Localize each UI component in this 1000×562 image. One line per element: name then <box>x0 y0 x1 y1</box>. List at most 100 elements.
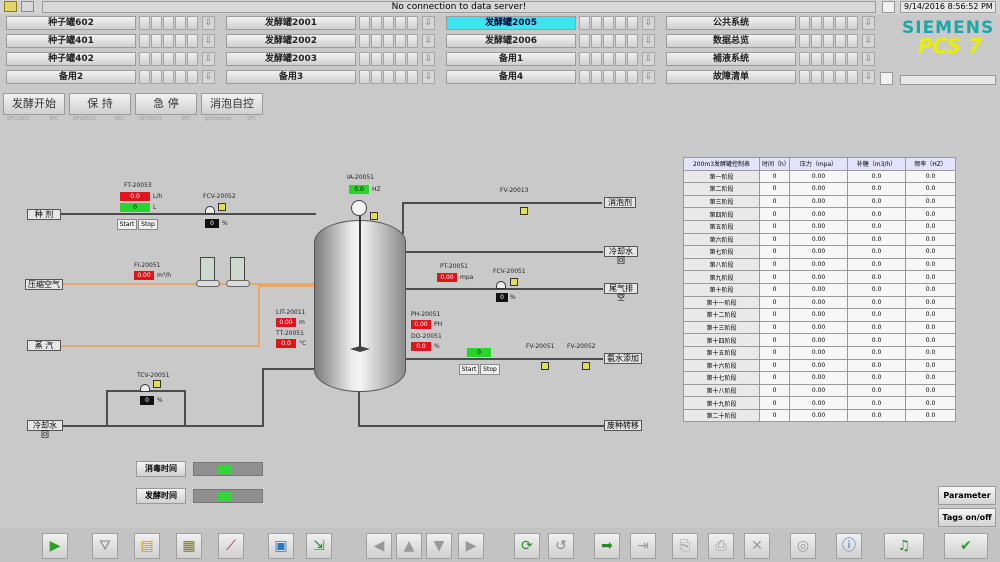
undo-icon[interactable]: ↺ <box>548 533 574 559</box>
table-cell[interactable]: 0.0 <box>847 245 906 259</box>
table-cell[interactable]: 0 <box>759 219 790 234</box>
tags-toggle-button[interactable]: Tags on/off <box>938 508 996 527</box>
table-cell[interactable]: 0.0 <box>905 182 956 196</box>
table-cell[interactable]: 0.0 <box>905 232 956 247</box>
table-cell[interactable]: 0.0 <box>847 207 906 221</box>
alarm-icon[interactable] <box>21 1 34 12</box>
table-cell[interactable]: 0.00 <box>789 232 848 247</box>
table-cell[interactable]: 0 <box>759 308 790 322</box>
pump-start-button[interactable]: Start <box>459 364 479 375</box>
nav-button[interactable]: 故障清单 <box>666 70 796 84</box>
table-cell[interactable]: 0.0 <box>905 371 956 385</box>
key-icon[interactable] <box>880 72 893 85</box>
table-cell[interactable]: 0.00 <box>789 169 848 184</box>
table-cell[interactable]: 0.0 <box>847 320 906 335</box>
nav-arrow-icon[interactable]: ⇩ <box>862 16 875 30</box>
nav-arrow-icon[interactable]: ⇩ <box>422 34 435 48</box>
table-cell[interactable]: 0.00 <box>789 270 848 284</box>
table-cell[interactable]: 0.0 <box>905 308 956 322</box>
faceplate-icon[interactable]: ▣ <box>268 533 294 559</box>
ia-value[interactable]: 0.0 <box>349 185 369 194</box>
table-cell[interactable]: 0.00 <box>789 245 848 259</box>
table-cell[interactable]: 0.0 <box>905 270 956 284</box>
table-cell[interactable]: 0.0 <box>847 232 906 247</box>
refresh-icon[interactable]: ⟳ <box>514 533 540 559</box>
table-cell[interactable]: 0.00 <box>789 396 848 410</box>
nav-button[interactable]: 发酵罐2005 <box>446 16 576 30</box>
agitator-motor-icon[interactable] <box>351 200 367 216</box>
table-cell[interactable]: 0.0 <box>905 320 956 335</box>
ft-start-button[interactable]: Start <box>117 219 137 230</box>
table-cell[interactable]: 0 <box>759 232 790 247</box>
table-cell[interactable]: 0 <box>759 245 790 259</box>
nav-button[interactable]: 备用2 <box>6 70 136 84</box>
table-cell[interactable]: 0 <box>759 396 790 410</box>
nav-arrow-icon[interactable]: ⇩ <box>862 70 875 84</box>
table-cell[interactable]: 0 <box>759 207 790 221</box>
nav-arrow-icon[interactable]: ⇩ <box>202 52 215 66</box>
nav-arrow-icon[interactable]: ⇩ <box>422 52 435 66</box>
ft-value2[interactable]: 0 <box>120 203 150 212</box>
nav-button[interactable]: 种子罐402 <box>6 52 136 66</box>
nav-button[interactable]: 种子罐401 <box>6 34 136 48</box>
table-cell[interactable]: 0.00 <box>789 308 848 322</box>
export-icon[interactable]: ⇲ <box>306 533 332 559</box>
table-cell[interactable]: 0.00 <box>789 295 848 310</box>
table-cell[interactable]: 0.0 <box>905 169 956 184</box>
table-cell[interactable]: 0 <box>759 194 790 209</box>
nav-button[interactable]: 補液系统 <box>666 52 796 66</box>
nav-button[interactable]: 数据总览 <box>666 34 796 48</box>
ft-stop-button[interactable]: Stop <box>138 219 158 230</box>
table-cell[interactable]: 0 <box>759 270 790 284</box>
table-cell[interactable]: 0.0 <box>847 169 906 184</box>
control-valve-icon[interactable] <box>496 281 506 289</box>
copy-icon[interactable]: ⎘ <box>672 533 698 559</box>
table-cell[interactable]: 0.00 <box>789 408 848 423</box>
table-cell[interactable]: 0.0 <box>905 383 956 398</box>
info-icon[interactable]: ⓘ <box>836 533 862 559</box>
fcv1-value[interactable]: 0 <box>205 219 219 228</box>
nav-button[interactable]: 发酵罐2001 <box>226 16 356 30</box>
table-cell[interactable]: 0.0 <box>905 396 956 410</box>
print-icon[interactable]: ⎙ <box>708 533 734 559</box>
nav-arrow-icon[interactable]: ⇩ <box>862 34 875 48</box>
table-cell[interactable]: 0.00 <box>789 257 848 272</box>
table-cell[interactable]: 0.0 <box>847 295 906 310</box>
table-cell[interactable]: 0.0 <box>905 295 956 310</box>
report-icon[interactable]: ▦ <box>176 533 202 559</box>
table-cell[interactable]: 0 <box>759 320 790 335</box>
nav-button[interactable]: 备用1 <box>446 52 576 66</box>
table-cell[interactable]: 0.00 <box>789 383 848 398</box>
command-button[interactable]: 消泡自控 <box>201 93 263 115</box>
table-cell[interactable]: 0 <box>759 282 790 297</box>
table-cell[interactable]: 0.0 <box>905 408 956 423</box>
arrow-down-icon[interactable]: ▼ <box>426 533 452 559</box>
nav-button[interactable]: 发酵罐2002 <box>226 34 356 48</box>
table-cell[interactable]: 0.0 <box>847 270 906 284</box>
close-icon[interactable]: ✕ <box>744 533 770 559</box>
ph-value[interactable]: 0.00 <box>411 320 431 329</box>
nav-arrow-icon[interactable]: ⇩ <box>642 70 655 84</box>
table-cell[interactable]: 0.0 <box>847 408 906 423</box>
arrow-up-icon[interactable]: ▲ <box>396 533 422 559</box>
lit-value[interactable]: 0.00 <box>276 318 296 327</box>
table-cell[interactable]: 0.00 <box>789 194 848 209</box>
table-cell[interactable]: 0 <box>759 182 790 196</box>
table-cell[interactable]: 0.00 <box>789 358 848 373</box>
table-cell[interactable]: 0.00 <box>789 207 848 221</box>
table-cell[interactable]: 0.0 <box>905 219 956 234</box>
next-icon[interactable]: ➡ <box>594 533 620 559</box>
table-cell[interactable]: 0.00 <box>789 333 848 347</box>
table-cell[interactable]: 0.0 <box>905 207 956 221</box>
arrow-left-icon[interactable]: ◀ <box>366 533 392 559</box>
table-cell[interactable]: 0.00 <box>789 219 848 234</box>
table-cell[interactable]: 0 <box>759 169 790 184</box>
camera-icon[interactable]: ◎ <box>790 533 816 559</box>
table-cell[interactable]: 0.0 <box>847 345 906 360</box>
filter-icon[interactable]: ⛛ <box>92 533 118 559</box>
nav-arrow-icon[interactable]: ⇩ <box>642 16 655 30</box>
table-cell[interactable]: 0.0 <box>847 308 906 322</box>
play-icon[interactable]: ▶ <box>42 533 68 559</box>
table-cell[interactable]: 0.0 <box>905 282 956 297</box>
table-cell[interactable]: 0.0 <box>847 282 906 297</box>
